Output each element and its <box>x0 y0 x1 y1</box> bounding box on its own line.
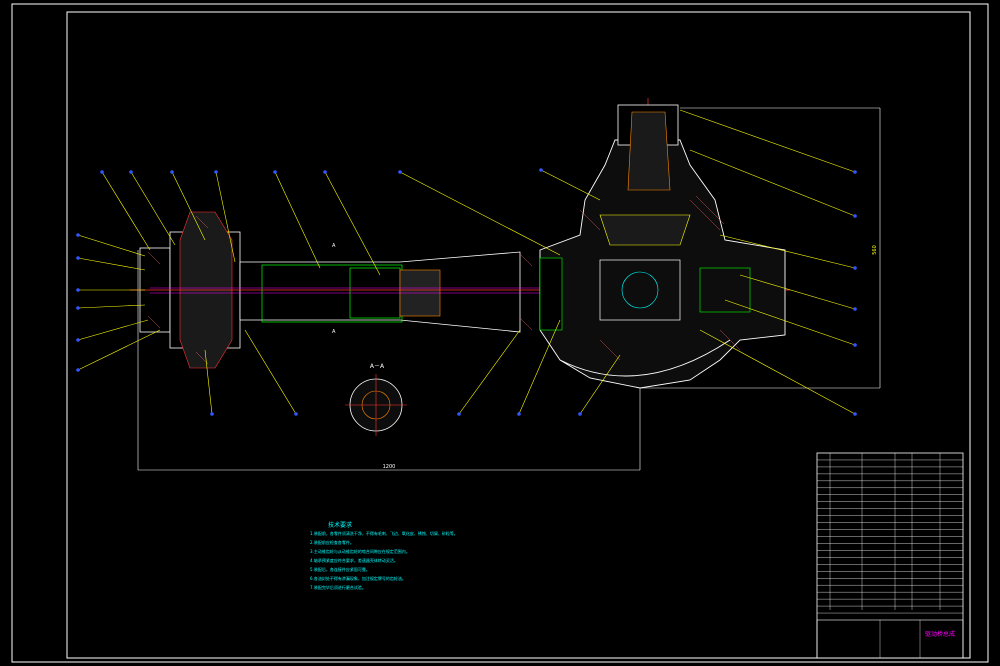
cad-drawing-canvas: 1200 560 A－A A A 技术要求 1.装配前，各零件须清洗干净，不得有… <box>0 0 1000 666</box>
part-balloon <box>294 412 298 416</box>
part-balloon <box>170 170 174 174</box>
title-block: 驱动桥总成 <box>816 452 964 659</box>
section-mark-upper: A <box>332 243 336 249</box>
part-balloon <box>76 368 80 372</box>
note-line-6: 6.各油封处不得有渗漏现象，加注规定牌号的齿轮油。 <box>310 575 406 581</box>
part-balloon <box>853 343 857 347</box>
note-line-2: 2.装配前应检查各零件。 <box>310 539 354 545</box>
part-balloon <box>100 170 104 174</box>
part-balloon <box>853 170 857 174</box>
technical-notes: 技术要求 1.装配前，各零件须清洗干净，不得有毛刺、飞边、氧化皮、锈蚀、切屑、砂… <box>310 521 458 590</box>
drawing-title: 驱动桥总成 <box>925 630 955 638</box>
part-balloon <box>76 338 80 342</box>
part-balloon <box>853 412 857 416</box>
part-balloon <box>76 256 80 260</box>
part-balloon <box>578 412 582 416</box>
part-balloon <box>76 288 80 292</box>
section-mark-lower: A <box>332 329 336 335</box>
dim-overall-length: 1200 <box>383 464 396 470</box>
dim-right-height: 560 <box>872 245 878 255</box>
notes-title: 技术要求 <box>328 521 352 529</box>
section-a-a: A－A <box>345 363 407 436</box>
part-balloon <box>539 168 543 172</box>
part-balloon <box>323 170 327 174</box>
part-balloon <box>457 412 461 416</box>
part-balloon <box>853 307 857 311</box>
part-balloon <box>76 233 80 237</box>
note-line-5: 5.装配后，各连接件应紧固可靠。 <box>310 566 370 572</box>
part-balloon <box>76 306 80 310</box>
part-balloon <box>210 412 214 416</box>
part-balloon <box>214 170 218 174</box>
note-line-3: 3.主动锥齿轮与从动锥齿轮的啮合间隙应在规定范围内。 <box>310 548 410 554</box>
part-balloon <box>853 266 857 270</box>
differential-housing <box>539 104 786 389</box>
note-line-1: 1.装配前，各零件须清洗干净，不得有毛刺、飞边、氧化皮、锈蚀、切屑、砂粒等。 <box>310 530 458 536</box>
assembly-drawing: 1200 560 A－A A A 技术要求 1.装配前，各零件须清洗干净，不得有… <box>11 3 989 663</box>
part-balloon <box>273 170 277 174</box>
part-balloon <box>398 170 402 174</box>
part-balloon <box>129 170 133 174</box>
section-a-a-label: A－A <box>370 363 385 370</box>
note-line-4: 4.轴承预紧度应符合要求，差速器壳体转动灵活。 <box>310 557 398 563</box>
part-balloon <box>517 412 521 416</box>
note-line-7: 7.装配完毕后须进行磨合试验。 <box>310 584 366 590</box>
part-balloon <box>853 214 857 218</box>
